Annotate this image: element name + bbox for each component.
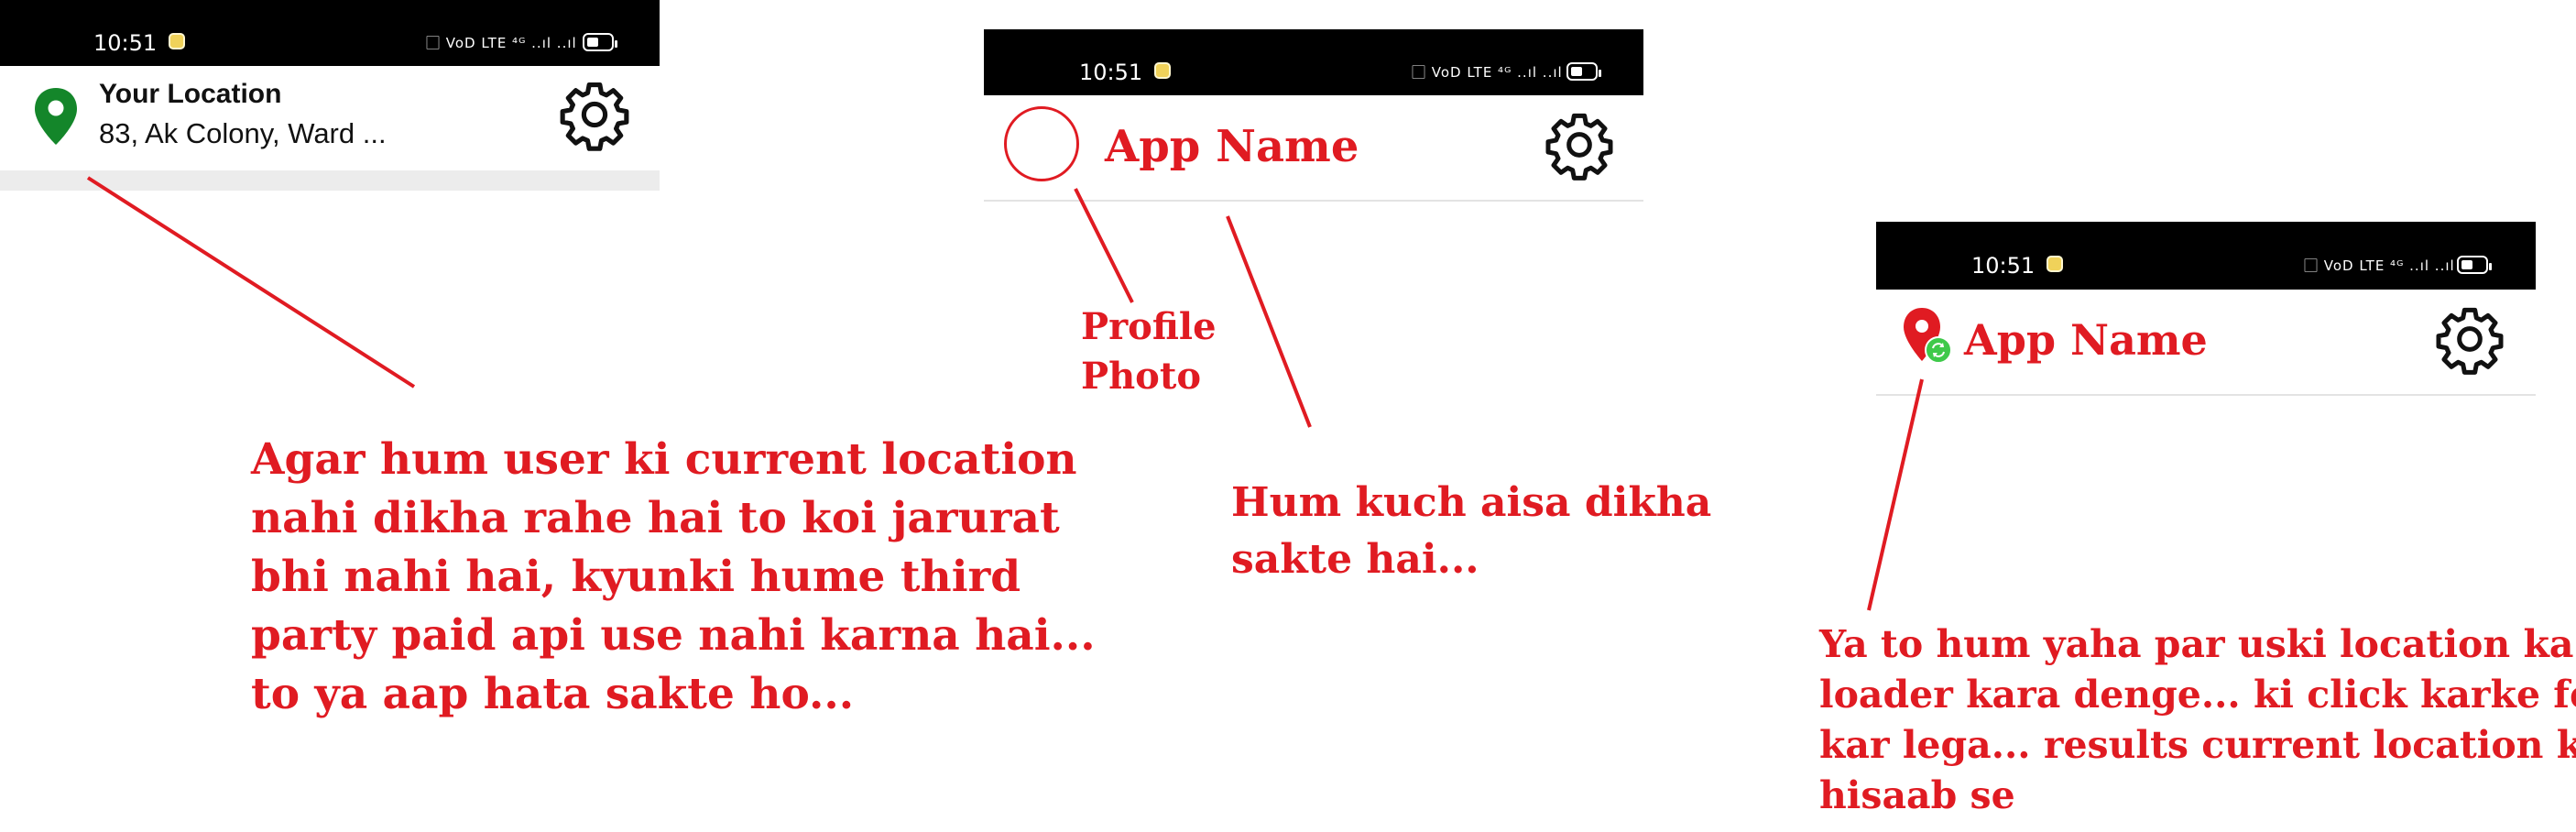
pointer-line-location — [86, 176, 416, 389]
annotation-note-app-name: Hum kuch aisa dikha sakte hai... — [1231, 479, 1712, 583]
annotation-profile-photo: Profile Photo — [1081, 305, 1217, 398]
pointer-line-app-name — [1226, 215, 1312, 428]
pointer-line-location-loader — [1867, 378, 1924, 611]
annotation-note-loader: Ya to hum yaha par uski location ka load… — [1819, 622, 2576, 817]
annotation-note-location: Agar hum user ki current location nahi d… — [251, 434, 1096, 719]
pointer-line-profile-photo — [1074, 188, 1134, 303]
